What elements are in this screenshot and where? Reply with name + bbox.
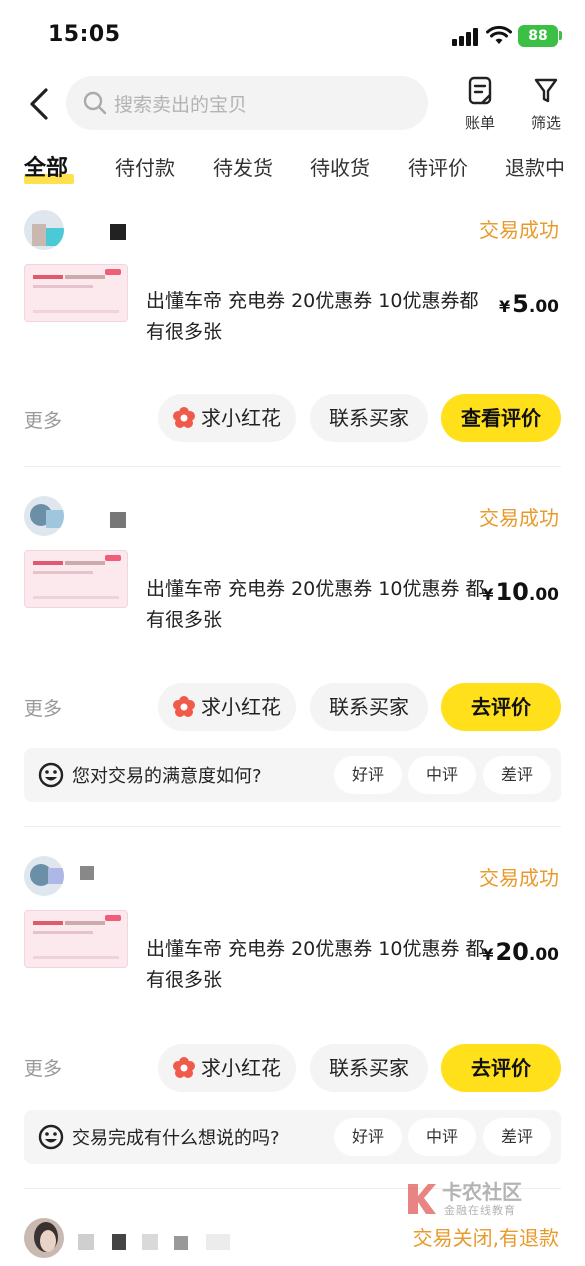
rate-neutral-button[interactable]: 中评	[408, 756, 476, 794]
search-placeholder: 搜索卖出的宝贝	[114, 94, 248, 116]
order-price: ¥5.00	[499, 290, 559, 318]
price-integer: 10	[495, 578, 529, 606]
more-link[interactable]: 更多	[24, 1054, 62, 1081]
buyer-name-redacted	[110, 224, 126, 240]
contact-buyer-button[interactable]: 联系买家	[310, 1044, 428, 1092]
price-decimal: .00	[528, 945, 559, 965]
back-arrow-icon[interactable]	[24, 86, 60, 122]
ask-flower-button[interactable]: 求小红花	[158, 1044, 296, 1092]
search-icon	[83, 91, 107, 115]
smiley-face-icon	[38, 1124, 64, 1150]
order-price: ¥10.00	[482, 578, 559, 606]
price-currency: ¥	[482, 585, 494, 604]
survey-question: 交易完成有什么想说的吗?	[72, 1128, 280, 1149]
tab-pending-payment[interactable]: 待付款	[115, 152, 175, 181]
flower-icon	[173, 695, 195, 717]
flower-icon	[173, 406, 195, 428]
contact-buyer-button[interactable]: 联系买家	[310, 683, 428, 731]
satisfaction-survey: 交易完成有什么想说的吗? 好评 中评 差评	[24, 1110, 561, 1164]
price-integer: 5	[512, 290, 529, 318]
ask-flower-button[interactable]: 求小红花	[158, 683, 296, 731]
leave-review-button[interactable]: 去评价	[441, 1044, 561, 1092]
rate-neutral-button[interactable]: 中评	[408, 1118, 476, 1156]
community-watermark: 卡农社区 金融在线教育	[404, 1176, 534, 1224]
product-title[interactable]: 出懂车帝 充电券 20优惠券 10优惠券都有很多张	[146, 286, 486, 348]
order-status: 交易成功	[479, 218, 559, 242]
wifi-icon	[486, 25, 512, 44]
battery-cap	[559, 31, 562, 40]
filter-button[interactable]: 筛选	[516, 76, 576, 133]
price-decimal: .00	[528, 297, 559, 317]
buyer-avatar[interactable]	[24, 1218, 64, 1258]
flower-icon	[173, 1056, 195, 1078]
order-tabs: 全部 待付款 待发货 待收货 待评价 退款中	[0, 148, 585, 188]
filter-icon	[534, 78, 558, 103]
price-currency: ¥	[482, 945, 494, 964]
more-link[interactable]: 更多	[24, 406, 62, 433]
rate-bad-button[interactable]: 差评	[483, 756, 551, 794]
buyer-name-redacted	[174, 1236, 188, 1250]
product-title[interactable]: 出懂车帝 充电券 20优惠券 10优惠券 都有很多张	[146, 574, 486, 636]
survey-question: 您对交易的满意度如何?	[72, 766, 262, 787]
order-status: 交易成功	[479, 506, 559, 530]
product-thumbnail[interactable]	[24, 910, 128, 968]
price-currency: ¥	[499, 297, 511, 316]
buyer-avatar[interactable]	[24, 210, 64, 250]
order-status: 交易关闭,有退款	[412, 1226, 559, 1250]
more-link[interactable]: 更多	[24, 694, 62, 721]
status-time: 15:05	[48, 22, 121, 47]
battery-indicator: 88	[518, 25, 558, 47]
buyer-avatar[interactable]	[24, 856, 64, 896]
ask-flower-label: 求小红花	[201, 406, 281, 430]
ask-flower-label: 求小红花	[201, 1056, 281, 1080]
order-price: ¥20.00	[482, 938, 559, 966]
price-integer: 20	[495, 938, 529, 966]
satisfaction-survey: 您对交易的满意度如何? 好评 中评 差评	[24, 748, 561, 802]
status-bar: 15:05 88	[0, 0, 585, 70]
tab-refunding[interactable]: 退款中	[505, 152, 565, 181]
tab-pending-review[interactable]: 待评价	[408, 152, 468, 181]
rate-bad-button[interactable]: 差评	[483, 1118, 551, 1156]
buyer-name-redacted	[80, 866, 94, 880]
tab-pending-shipment[interactable]: 待发货	[213, 152, 273, 181]
rate-good-button[interactable]: 好评	[334, 1118, 402, 1156]
cellular-signal-icon	[452, 28, 482, 46]
tab-pending-receipt[interactable]: 待收货	[310, 152, 370, 181]
bill-button[interactable]: 账单	[450, 76, 510, 133]
ask-flower-button[interactable]: 求小红花	[158, 394, 296, 442]
price-decimal: .00	[528, 585, 559, 605]
divider	[24, 466, 561, 467]
rate-good-button[interactable]: 好评	[334, 756, 402, 794]
order-status: 交易成功	[479, 866, 559, 890]
filter-label: 筛选	[530, 114, 561, 132]
tab-all[interactable]: 全部	[24, 150, 68, 182]
watermark-title: 卡农社区	[442, 1180, 522, 1204]
ask-flower-label: 求小红花	[201, 695, 281, 719]
leave-review-button[interactable]: 去评价	[441, 683, 561, 731]
view-review-button[interactable]: 查看评价	[441, 394, 561, 442]
watermark-subtitle: 金融在线教育	[444, 1204, 516, 1217]
product-thumbnail[interactable]	[24, 264, 128, 322]
buyer-name-redacted	[112, 1234, 126, 1250]
contact-buyer-button[interactable]: 联系买家	[310, 394, 428, 442]
buyer-avatar[interactable]	[24, 496, 64, 536]
search-input[interactable]: 搜索卖出的宝贝	[66, 76, 428, 130]
buyer-name-redacted	[78, 1234, 94, 1250]
divider	[24, 826, 561, 827]
bill-label: 账单	[464, 114, 495, 132]
product-thumbnail[interactable]	[24, 550, 128, 608]
buyer-name-redacted	[206, 1234, 230, 1250]
smiley-face-icon	[38, 762, 64, 788]
bill-icon	[468, 76, 492, 105]
buyer-name-redacted	[110, 512, 126, 528]
watermark-logo-icon	[408, 1184, 436, 1214]
buyer-name-redacted	[142, 1234, 158, 1250]
product-title[interactable]: 出懂车帝 充电券 20优惠券 10优惠券 都有很多张	[146, 934, 486, 996]
